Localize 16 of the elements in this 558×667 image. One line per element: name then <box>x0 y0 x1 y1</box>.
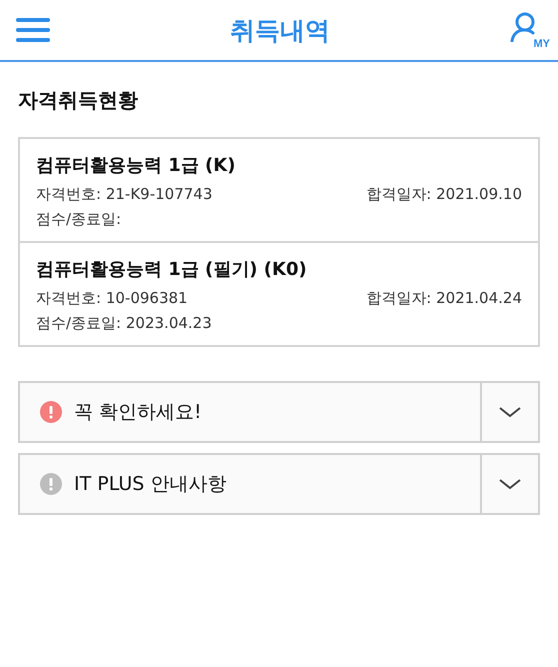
notice-title: IT PLUS 안내사항 <box>74 472 226 497</box>
chevron-icon <box>498 477 522 491</box>
notice-title: 꼭 확인하세요! <box>74 400 202 425</box>
chevron-icon <box>498 405 522 419</box>
score-end-date: 점수/종료일: <box>36 210 122 229</box>
qualification-number: 자격번호: 10-096381 <box>36 289 188 308</box>
my-page-button[interactable]: MY <box>510 10 550 50</box>
qualification-name: 컴퓨터활용능력 1급 (필기) (K0) <box>36 258 308 281</box>
menu-icon[interactable] <box>16 18 50 42</box>
pass-date: 합격일자: 2021.09.10 <box>366 185 522 204</box>
page-title: 취득내역 <box>230 14 330 46</box>
qualification-number: 자격번호: 21-K9-107743 <box>36 185 212 204</box>
section-title: 자격취득현황 <box>18 87 139 114</box>
pass-date: 합격일자: 2021.04.24 <box>366 289 522 308</box>
qualification-name: 컴퓨터활용능력 1급 (K) <box>36 154 236 177</box>
score-end-date: 점수/종료일: 2023.04.23 <box>36 314 213 333</box>
